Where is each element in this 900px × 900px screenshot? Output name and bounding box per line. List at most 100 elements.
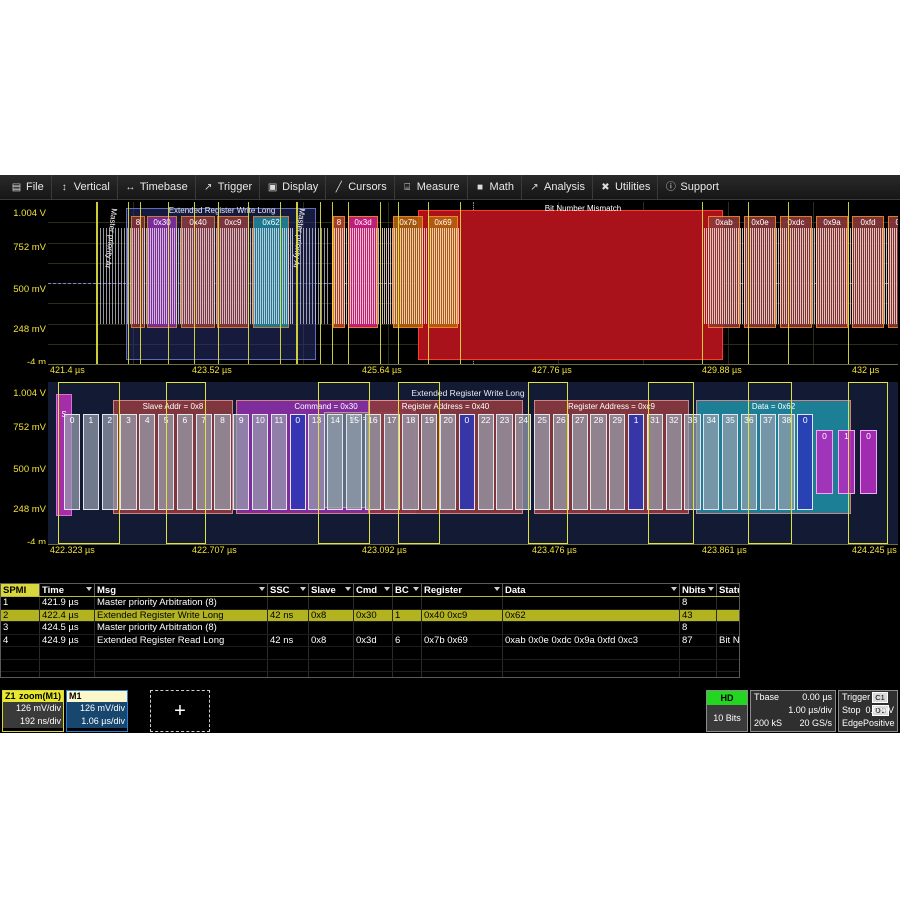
bit-cell[interactable]: 33	[684, 414, 701, 510]
table-header-ssc[interactable]: SSC	[267, 584, 309, 597]
table-header-bc[interactable]: BC	[392, 584, 422, 597]
sort-caret-icon[interactable]	[345, 587, 351, 591]
menu-item-timebase[interactable]: ↔ Timebase	[118, 175, 196, 199]
bit-cell[interactable]: 16	[364, 414, 381, 510]
sort-caret-icon[interactable]	[494, 587, 500, 591]
bit-cell[interactable]: 29	[609, 414, 626, 510]
measurement-cursor[interactable]	[320, 202, 321, 364]
menu-item-display[interactable]: ▣ Display	[260, 175, 327, 199]
measurement-cursor[interactable]	[428, 202, 429, 364]
table-header-msg[interactable]: Msg	[94, 584, 268, 597]
bit-cell[interactable]: 18	[402, 414, 419, 510]
bit-cell[interactable]: 36	[740, 414, 757, 510]
bit-cell-trailing[interactable]: 0	[860, 430, 877, 494]
sort-caret-icon[interactable]	[86, 587, 92, 591]
sort-caret-icon[interactable]	[413, 587, 419, 591]
measurement-cursor[interactable]	[332, 202, 333, 364]
bit-cell[interactable]: 2	[101, 414, 118, 510]
menu-item-math[interactable]: ■ Math	[468, 175, 522, 199]
add-trace-button[interactable]: +	[150, 690, 210, 732]
math-trace-chip[interactable]: M1 126 mV/div 1.06 µs/div	[66, 690, 128, 732]
table-row[interactable]: 3 424.5 µs Master priority Arbitration (8)…	[1, 621, 739, 635]
table-header-status[interactable]: Status	[716, 584, 739, 597]
menu-item-file[interactable]: ▤ File	[4, 175, 52, 199]
bit-cell[interactable]: 5	[158, 414, 175, 510]
bit-cell[interactable]: 35	[722, 414, 739, 510]
trigger-status-box[interactable]: Trigger C1DC Stop 0.0 mV Edge Positive	[838, 690, 898, 732]
bit-cell[interactable]: 9	[233, 414, 250, 510]
bit-cell[interactable]: 0	[289, 414, 306, 510]
bit-cell[interactable]: 8	[214, 414, 231, 510]
table-row[interactable]: 1 421.9 µs Master priority Arbitration (8)…	[1, 596, 739, 610]
measurement-cursor[interactable]	[248, 202, 249, 364]
menu-item-measure[interactable]: ⌸ Measure	[395, 175, 468, 199]
bit-cell-trailing[interactable]: 1	[838, 430, 855, 494]
main-grid-area[interactable]: Bit Number Mismatch Extended Register Wri…	[48, 202, 898, 364]
zoom-waveform-panel[interactable]: 1.004 V 752 mV 500 mV 248 mV -4 m Extended R…	[0, 382, 900, 548]
measurement-cursor[interactable]	[218, 202, 219, 364]
bit-cell[interactable]: 0	[458, 414, 475, 510]
measurement-cursor[interactable]	[788, 202, 789, 364]
menu-item-cursors[interactable]: ╱ Cursors	[326, 175, 395, 199]
bit-cell[interactable]: 23	[496, 414, 513, 510]
table-header-index[interactable]: SPMI	[1, 584, 40, 597]
measurement-cursor[interactable]	[748, 202, 749, 364]
measurement-cursor[interactable]	[140, 202, 141, 364]
table-row[interactable]: 4 424.9 µs Extended Register Read Long 42 n…	[1, 634, 739, 647]
sort-caret-icon[interactable]	[671, 587, 677, 591]
bit-cell[interactable]: 17	[383, 414, 400, 510]
bit-cell[interactable]: 1	[82, 414, 99, 510]
bit-cell[interactable]: 26	[552, 414, 569, 510]
measurement-cursor[interactable]	[398, 202, 399, 364]
measurement-cursor[interactable]	[848, 202, 849, 364]
table-header-time[interactable]: Time	[39, 584, 95, 597]
measurement-cursor[interactable]	[96, 202, 98, 364]
table-header-cmd[interactable]: Cmd	[353, 584, 393, 597]
menu-item-vertical[interactable]: ↕ Vertical	[52, 175, 118, 199]
bit-cell[interactable]: 6	[176, 414, 193, 510]
bit-cell[interactable]: 34	[703, 414, 720, 510]
bit-cell[interactable]: 15	[346, 414, 363, 510]
table-row-empty[interactable]	[1, 659, 739, 672]
menu-item-trigger[interactable]: ↗ Trigger	[196, 175, 261, 199]
bit-cell-trailing[interactable]: 0	[816, 430, 833, 494]
table-header-nbits[interactable]: Nbits	[679, 584, 717, 597]
sort-caret-icon[interactable]	[300, 587, 306, 591]
decode-table-body[interactable]: 1 421.9 µs Master priority Arbitration (8)…	[1, 596, 739, 677]
bit-cell[interactable]: 38	[778, 414, 795, 510]
bit-cell[interactable]: 10	[252, 414, 269, 510]
bit-cell[interactable]: 20	[440, 414, 457, 510]
bit-cell[interactable]: 27	[571, 414, 588, 510]
trigger-source-chip[interactable]: C1	[872, 692, 888, 703]
bit-cell[interactable]: 3	[120, 414, 137, 510]
measurement-cursor[interactable]	[296, 202, 298, 364]
timebase-status-box[interactable]: Tbase 0.00 µs 1.00 µs/div 200 kS 20 GS/s	[750, 690, 836, 732]
main-waveform-panel[interactable]: 1.004 V 752 mV 500 mV 248 mV -4 m Bit Number…	[0, 202, 900, 368]
zoom-chip-header[interactable]: Z1 zoom(M1)	[3, 691, 63, 702]
zoom-trace-chip[interactable]: Z1 zoom(M1) 126 mV/div 192 ns/div	[2, 690, 64, 732]
table-header-slave[interactable]: Slave	[308, 584, 354, 597]
measurement-cursor[interactable]	[380, 202, 381, 364]
math-chip-header[interactable]: M1	[67, 691, 127, 702]
bit-cell[interactable]: 24	[515, 414, 532, 510]
menu-item-utilities[interactable]: ✖ Utilities	[593, 175, 659, 199]
measurement-cursor[interactable]	[702, 202, 703, 364]
measurement-cursor[interactable]	[168, 202, 169, 364]
measurement-cursor[interactable]	[194, 202, 195, 364]
hd-mode-indicator[interactable]: HD 10 Bits	[706, 690, 748, 732]
bit-cell[interactable]: 11	[270, 414, 287, 510]
bit-cell[interactable]: 37	[759, 414, 776, 510]
bit-cell[interactable]: 1	[628, 414, 645, 510]
bit-cell[interactable]: 0	[797, 414, 814, 510]
bit-cell[interactable]: 28	[590, 414, 607, 510]
bit-cell[interactable]: 0	[64, 414, 81, 510]
bit-cell[interactable]: 13	[308, 414, 325, 510]
spmi-decode-table[interactable]: SPMI Time Msg SSC Slave Cmd BC Register Data Nbit…	[0, 583, 740, 678]
sort-caret-icon[interactable]	[708, 587, 714, 591]
table-row-empty[interactable]	[1, 646, 739, 660]
bit-cell[interactable]: 4	[139, 414, 156, 510]
menu-item-analysis[interactable]: ↗ Analysis	[522, 175, 593, 199]
table-header-data[interactable]: Data	[502, 584, 680, 597]
bit-cell[interactable]: 19	[421, 414, 438, 510]
measurement-cursor[interactable]	[460, 202, 461, 364]
